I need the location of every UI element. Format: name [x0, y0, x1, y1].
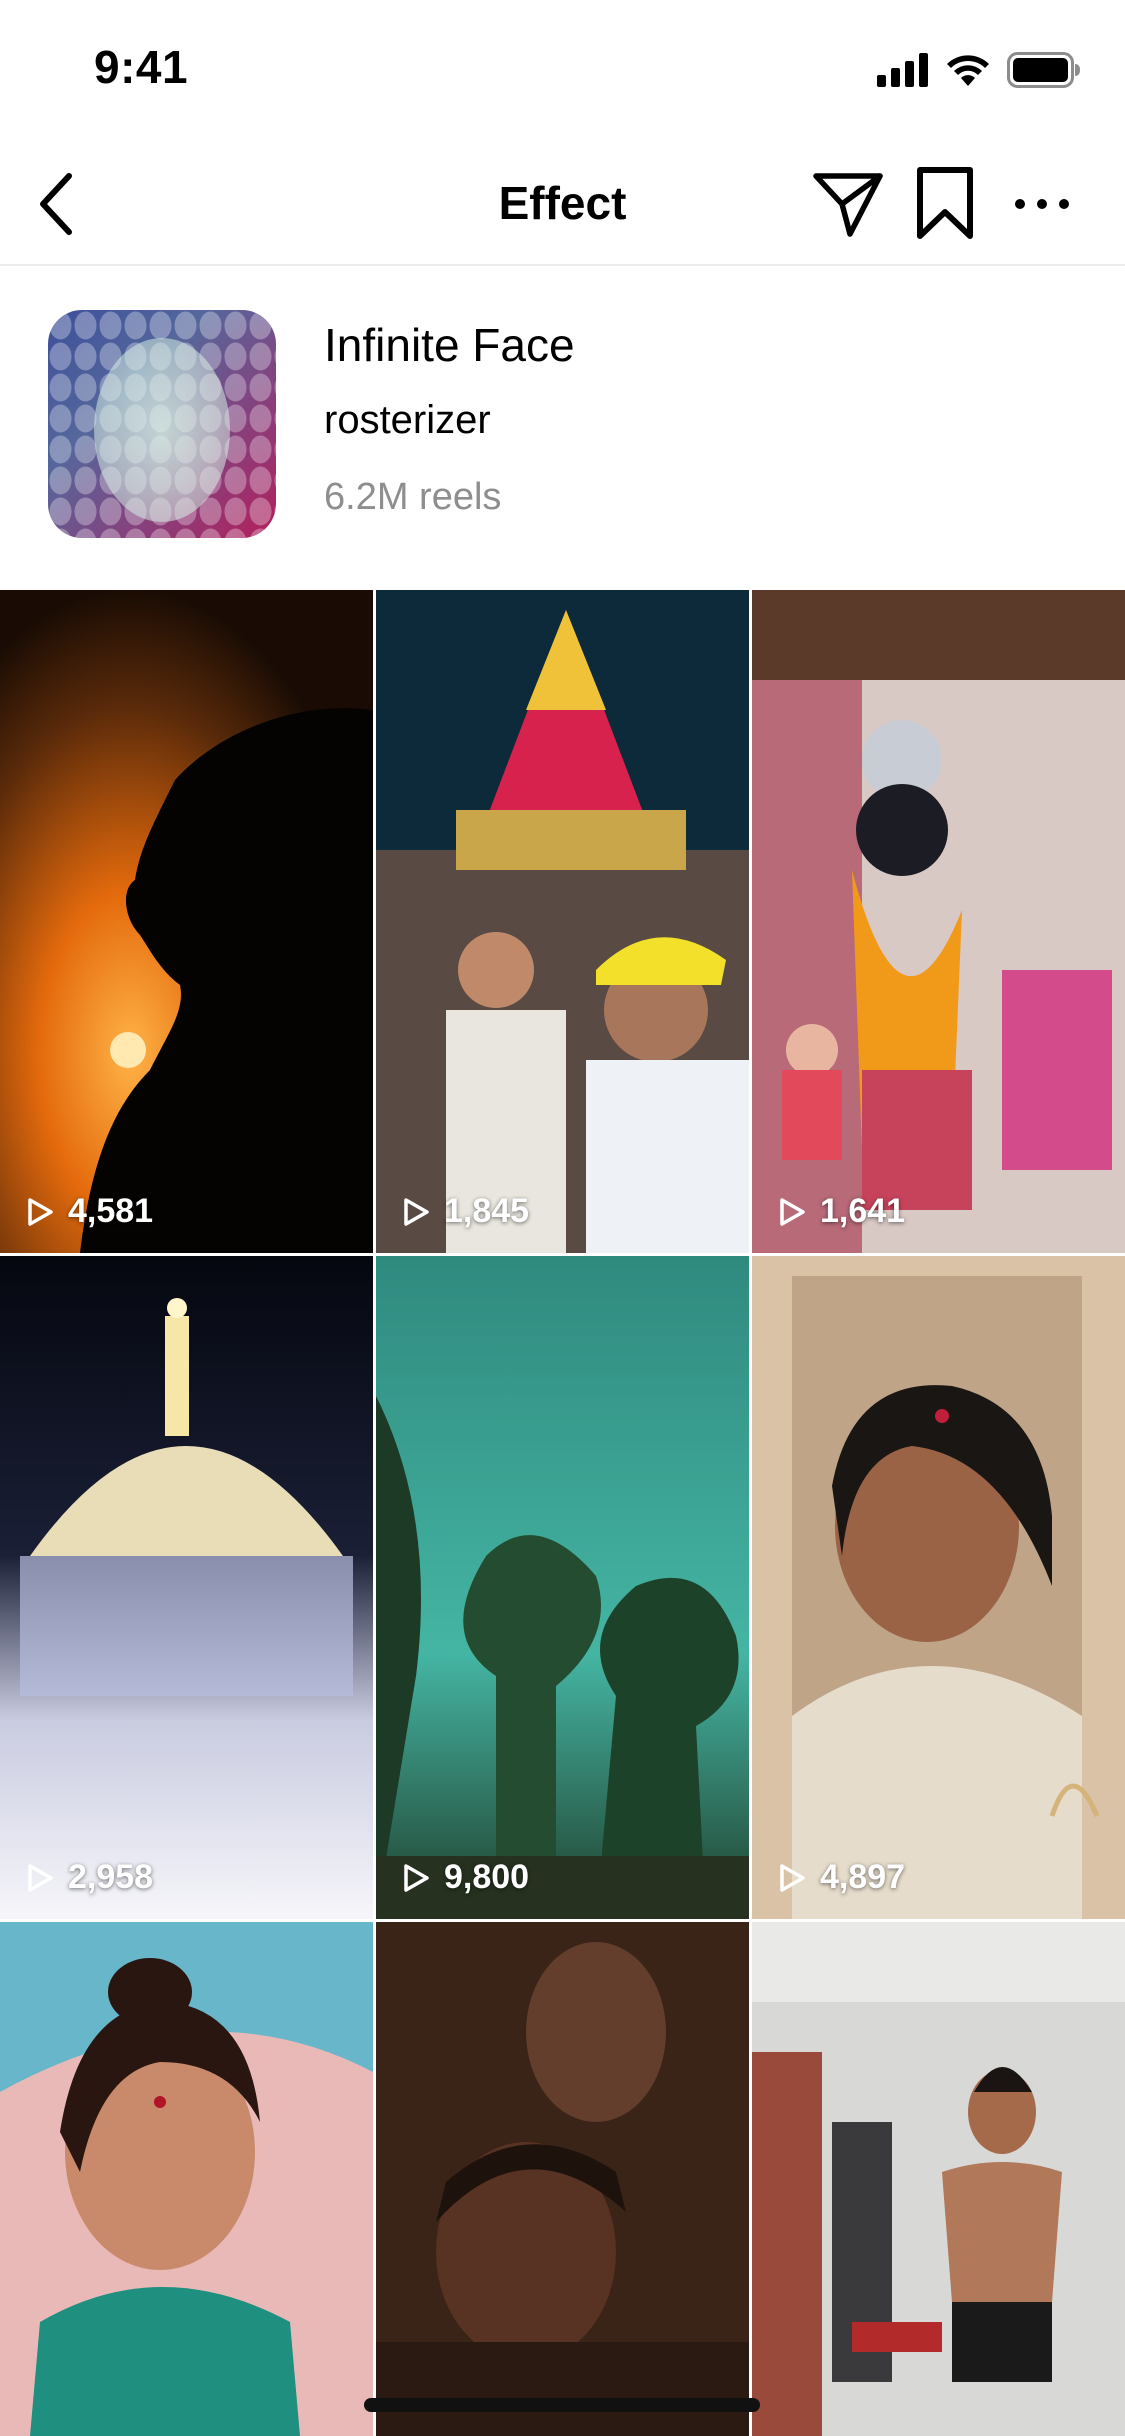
play-count-text: 1,845 [444, 1192, 530, 1230]
paper-plane-icon [813, 173, 883, 237]
reel-tile[interactable]: 2,958 [0, 1256, 373, 1919]
reel-tile[interactable] [376, 1922, 749, 2436]
reel-tile[interactable]: 4,897 [752, 1256, 1125, 1919]
share-button[interactable] [812, 168, 884, 240]
play-count-text: 4,581 [68, 1192, 154, 1230]
reel-thumbnail-image [376, 1256, 749, 1919]
reel-play-count: 9,800 [402, 1858, 529, 1897]
reel-tile[interactable] [0, 1922, 373, 2436]
status-bar: 9:41 [0, 0, 1125, 140]
reel-thumbnail-image [752, 1256, 1125, 1919]
reel-thumbnail-image [752, 1922, 1125, 2436]
effect-thumbnail[interactable] [48, 310, 276, 538]
home-indicator[interactable] [364, 2398, 760, 2412]
face-grid-icon [48, 310, 276, 538]
more-options-button[interactable] [1006, 180, 1078, 228]
cellular-signal-icon [877, 53, 928, 87]
play-outline-icon [28, 1863, 53, 1892]
play-outline-icon [780, 1863, 805, 1892]
wifi-icon [947, 55, 989, 86]
reel-thumbnail-image [0, 1256, 373, 1919]
status-time: 9:41 [94, 41, 189, 93]
reel-tile[interactable]: 1,641 [752, 590, 1125, 1253]
battery-icon [1007, 52, 1080, 88]
play-count-text: 1,641 [820, 1192, 906, 1230]
play-count-text: 2,958 [68, 1858, 154, 1896]
reel-play-count: 1,845 [402, 1192, 529, 1231]
status-icons [877, 48, 1081, 92]
effect-name: Infinite Face [324, 319, 575, 371]
play-outline-icon [404, 1863, 429, 1892]
reel-thumbnail-image [0, 590, 373, 1253]
reel-tile[interactable]: 1,845 [376, 590, 749, 1253]
effect-header: Infinite Face rosterizer 6.2M reels [0, 268, 1125, 590]
reel-thumbnail-image [376, 1922, 749, 2436]
reel-tile[interactable]: 9,800 [376, 1256, 749, 1919]
reel-play-count: 1,641 [778, 1192, 905, 1231]
reel-thumbnail-image [752, 590, 1125, 1253]
more-horizontal-icon [1015, 199, 1069, 209]
play-outline-icon [780, 1197, 805, 1226]
reel-play-count: 4,581 [26, 1192, 153, 1231]
reel-thumbnail-image [0, 1922, 373, 2436]
bookmark-icon [917, 167, 973, 239]
reel-play-count: 4,897 [778, 1858, 905, 1897]
play-outline-icon [28, 1197, 53, 1226]
play-outline-icon [404, 1197, 429, 1226]
save-button[interactable] [914, 166, 976, 240]
reel-tile[interactable] [752, 1922, 1125, 2436]
reel-tile[interactable]: 4,581 [0, 590, 373, 1253]
play-count-text: 4,897 [820, 1858, 906, 1896]
play-count-text: 9,800 [444, 1858, 530, 1896]
effect-creator-link[interactable]: rosterizer [324, 398, 491, 443]
effect-reels-count: 6.2M reels [324, 476, 502, 518]
reel-thumbnail-image [376, 590, 749, 1253]
reel-play-count: 2,958 [26, 1858, 153, 1897]
nav-bar: Effect [0, 140, 1125, 266]
